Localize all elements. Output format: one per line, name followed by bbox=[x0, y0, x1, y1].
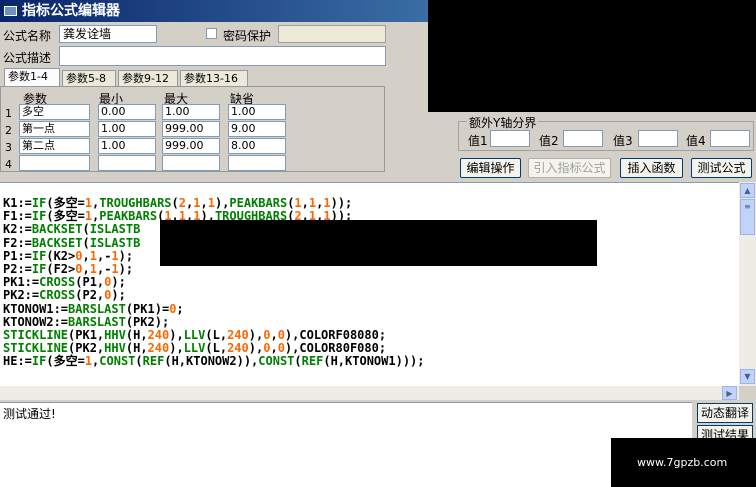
desc-label: 公式描述 bbox=[3, 51, 52, 65]
scroll-down-icon[interactable]: ▼ bbox=[740, 369, 755, 384]
row-number: 1 bbox=[5, 107, 12, 120]
param-min-cell[interactable] bbox=[98, 155, 156, 171]
redaction-box bbox=[428, 0, 756, 112]
param-default-cell[interactable] bbox=[228, 155, 286, 171]
password-label: 密码保护 bbox=[223, 29, 272, 43]
dynamic-translate-button[interactable]: 动态翻译 bbox=[697, 403, 753, 423]
param-min-cell[interactable]: 1.00 bbox=[98, 121, 156, 137]
formula-editor[interactable]: K1:=IF(多空=1,TROUGHBARS(2,1,1),PEAKBARS(1… bbox=[0, 182, 739, 386]
param-min-cell[interactable]: 0.00 bbox=[98, 104, 156, 120]
param-max-cell[interactable]: 999.00 bbox=[162, 138, 220, 154]
watermark-box: www.7gpzb.com bbox=[611, 438, 756, 487]
param-name-cell[interactable]: 第二点 bbox=[19, 138, 90, 154]
editor-horizontal-scrollbar[interactable]: ▶ bbox=[0, 386, 739, 400]
code-line: HE:=IF(多空=1,CONST(REF(H,KTONOW2)),CONST(… bbox=[3, 354, 425, 369]
y-value-2-input[interactable] bbox=[563, 130, 603, 147]
param-max-cell[interactable] bbox=[162, 155, 220, 171]
y-value-1-label: 值1 bbox=[468, 134, 488, 148]
edit-operation-button[interactable]: 编辑操作 bbox=[460, 158, 521, 178]
param-min-cell[interactable]: 1.00 bbox=[98, 138, 156, 154]
window-title-bar: 指标公式编辑器 bbox=[0, 0, 428, 22]
y-axis-group: 额外Y轴分界 值1 值2 值3 值4 bbox=[458, 114, 754, 151]
y-axis-title: 额外Y轴分界 bbox=[467, 114, 539, 131]
y-value-3-label: 值3 bbox=[613, 134, 633, 148]
tab-params-1-4[interactable]: 参数1-4 bbox=[4, 68, 60, 88]
y-value-2-label: 值2 bbox=[539, 134, 559, 148]
y-value-4-label: 值4 bbox=[686, 134, 706, 148]
scroll-right-icon[interactable]: ▶ bbox=[722, 386, 737, 400]
scroll-thumb[interactable]: ≡ bbox=[740, 199, 755, 235]
scroll-up-icon[interactable]: ▲ bbox=[740, 183, 755, 198]
desc-input[interactable] bbox=[59, 46, 386, 66]
name-label: 公式名称 bbox=[3, 29, 52, 43]
window-icon bbox=[4, 6, 17, 16]
y-value-4-input[interactable] bbox=[710, 130, 750, 147]
test-formula-button[interactable]: 测试公式 bbox=[691, 158, 752, 178]
param-name-cell[interactable] bbox=[19, 155, 90, 171]
import-formula-button[interactable]: 引入指标公式 bbox=[528, 158, 611, 178]
insert-function-button[interactable]: 插入函数 bbox=[620, 158, 683, 178]
redaction-box bbox=[160, 220, 597, 266]
y-value-1-input[interactable] bbox=[490, 130, 530, 147]
test-output-panel: 测试通过! bbox=[0, 402, 692, 487]
param-max-cell[interactable]: 999.00 bbox=[162, 121, 220, 137]
row-number: 4 bbox=[5, 158, 12, 171]
row-number: 3 bbox=[5, 141, 12, 154]
param-default-cell[interactable]: 8.00 bbox=[228, 138, 286, 154]
password-checkbox[interactable] bbox=[206, 28, 217, 39]
param-name-cell[interactable]: 第一点 bbox=[19, 121, 90, 137]
test-output-text: 测试通过! bbox=[3, 407, 56, 421]
window-title: 指标公式编辑器 bbox=[22, 3, 120, 19]
name-input[interactable]: 龚发诠墙 bbox=[59, 25, 157, 43]
watermark-text: www.7gpzb.com bbox=[637, 456, 728, 469]
param-name-cell[interactable]: 多空 bbox=[19, 104, 90, 120]
param-panel: 参数 最小 最大 缺省 1 多空 0.00 1.00 1.00 2 第一点 1.… bbox=[0, 86, 385, 172]
param-default-cell[interactable]: 1.00 bbox=[228, 104, 286, 120]
editor-vertical-scrollbar[interactable]: ▲ ≡ ▼ bbox=[739, 182, 756, 386]
param-default-cell[interactable]: 9.00 bbox=[228, 121, 286, 137]
y-value-3-input[interactable] bbox=[638, 130, 678, 147]
row-number: 2 bbox=[5, 124, 12, 137]
password-input[interactable] bbox=[278, 25, 386, 43]
param-max-cell[interactable]: 1.00 bbox=[162, 104, 220, 120]
